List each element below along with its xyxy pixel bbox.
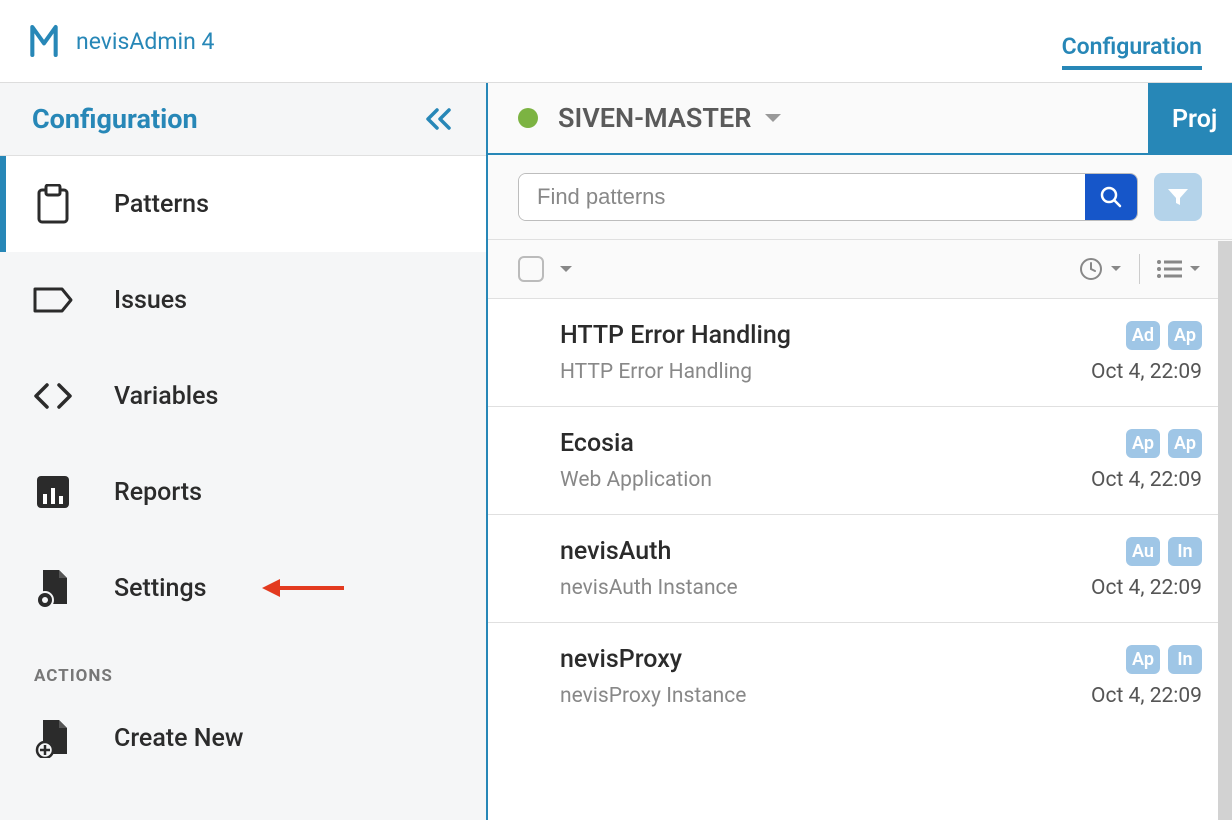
sidebar-item-label: Variables: [114, 382, 218, 411]
badge: Ap: [1126, 429, 1160, 458]
search-row: [488, 155, 1232, 240]
item-date: Oct 4, 22:09: [1091, 360, 1202, 384]
sidebar-item-label: Reports: [114, 478, 202, 507]
item-title: Ecosia: [560, 429, 634, 458]
clock-icon: [1079, 257, 1103, 281]
item-badges: Ap In: [1126, 645, 1202, 674]
item-title: nevisProxy: [560, 645, 682, 674]
project-name[interactable]: SIVEN-MASTER: [558, 102, 751, 134]
sort-time-button[interactable]: [1079, 257, 1123, 281]
chevron-down-icon: [1109, 264, 1123, 274]
badge: Ap: [1126, 645, 1160, 674]
bar-chart-icon: [32, 471, 74, 513]
list-item[interactable]: Ecosia Ap Ap Web Application Oct 4, 22:0…: [488, 407, 1232, 515]
badge: In: [1168, 645, 1202, 674]
badge: Ap: [1168, 321, 1202, 350]
filter-button[interactable]: [1154, 173, 1202, 221]
sidebar-item-label: Settings: [114, 574, 207, 603]
item-title: nevisAuth: [560, 537, 671, 566]
sidebar: Configuration Patterns Issues: [0, 83, 488, 820]
search-input[interactable]: [519, 174, 1085, 220]
item-title: HTTP Error Handling: [560, 321, 791, 350]
item-badges: Ad Ap: [1126, 321, 1202, 350]
app-header: nevisAdmin 4 Configuration: [0, 0, 1232, 82]
item-date: Oct 4, 22:09: [1091, 468, 1202, 492]
badge: Ap: [1168, 429, 1202, 458]
select-dropdown-caret-icon[interactable]: [558, 263, 574, 275]
badge: Ad: [1126, 321, 1160, 350]
clipboard-icon: [32, 183, 74, 225]
item-badges: Au In: [1126, 537, 1202, 566]
item-badges: Ap Ap: [1126, 429, 1202, 458]
item-date: Oct 4, 22:09: [1091, 684, 1202, 708]
file-gear-icon: [32, 567, 74, 609]
app-title: nevisAdmin 4: [76, 28, 214, 55]
search-button[interactable]: [1085, 174, 1137, 220]
sidebar-item-label: Issues: [114, 286, 187, 315]
badge: Au: [1126, 537, 1160, 566]
toolbar-divider: [1139, 254, 1140, 284]
list-item[interactable]: nevisAuth Au In nevisAuth Instance Oct 4…: [488, 515, 1232, 623]
badge: In: [1168, 537, 1202, 566]
sidebar-item-label: Patterns: [114, 190, 209, 219]
item-subtitle: Web Application: [560, 468, 712, 492]
list-item[interactable]: HTTP Error Handling Ad Ap HTTP Error Han…: [488, 299, 1232, 407]
chevron-down-icon: [1188, 264, 1202, 274]
chevron-double-left-icon: [424, 107, 454, 131]
item-subtitle: HTTP Error Handling: [560, 360, 752, 384]
project-tab[interactable]: Proj: [1148, 83, 1232, 155]
tag-icon: [32, 279, 74, 321]
status-dot-icon: [518, 108, 538, 128]
sidebar-collapse-button[interactable]: [424, 107, 454, 131]
sidebar-action-label: Create New: [114, 724, 243, 753]
sidebar-item-issues[interactable]: Issues: [0, 252, 486, 348]
pattern-list: HTTP Error Handling Ad Ap HTTP Error Han…: [488, 299, 1232, 820]
content-panel: SIVEN-MASTER Proj: [488, 83, 1232, 820]
sidebar-item-settings[interactable]: Settings: [0, 540, 486, 636]
search-box: [518, 173, 1138, 221]
sidebar-item-patterns[interactable]: Patterns: [0, 156, 486, 252]
search-icon: [1100, 186, 1122, 208]
item-date: Oct 4, 22:09: [1091, 576, 1202, 600]
list-item[interactable]: nevisProxy Ap In nevisProxy Instance Oct…: [488, 623, 1232, 730]
item-subtitle: nevisProxy Instance: [560, 684, 746, 708]
item-subtitle: nevisAuth Instance: [560, 576, 738, 600]
code-icon: [32, 375, 74, 417]
chevron-down-icon[interactable]: [763, 111, 783, 125]
scrollbar[interactable]: [1218, 241, 1232, 820]
sidebar-header: Configuration: [0, 83, 486, 156]
list-icon: [1156, 259, 1182, 279]
sidebar-item-reports[interactable]: Reports: [0, 444, 486, 540]
actions-header: ACTIONS: [0, 636, 486, 698]
main-layout: Configuration Patterns Issues: [0, 82, 1232, 820]
select-all-checkbox[interactable]: [518, 256, 544, 282]
filter-icon: [1167, 187, 1189, 207]
content-header: SIVEN-MASTER: [488, 83, 1232, 155]
file-plus-icon: [32, 717, 74, 759]
view-options-button[interactable]: [1156, 259, 1202, 279]
sidebar-action-create-new[interactable]: Create New: [0, 698, 486, 778]
app-logo-icon: [30, 22, 58, 60]
list-toolbar: [488, 240, 1232, 299]
arrow-annotation-icon: [260, 575, 346, 601]
sidebar-title: Configuration: [32, 103, 198, 135]
sidebar-nav: Patterns Issues Variables Reports: [0, 156, 486, 636]
sidebar-item-variables[interactable]: Variables: [0, 348, 486, 444]
header-tab-configuration[interactable]: Configuration: [1062, 33, 1202, 70]
